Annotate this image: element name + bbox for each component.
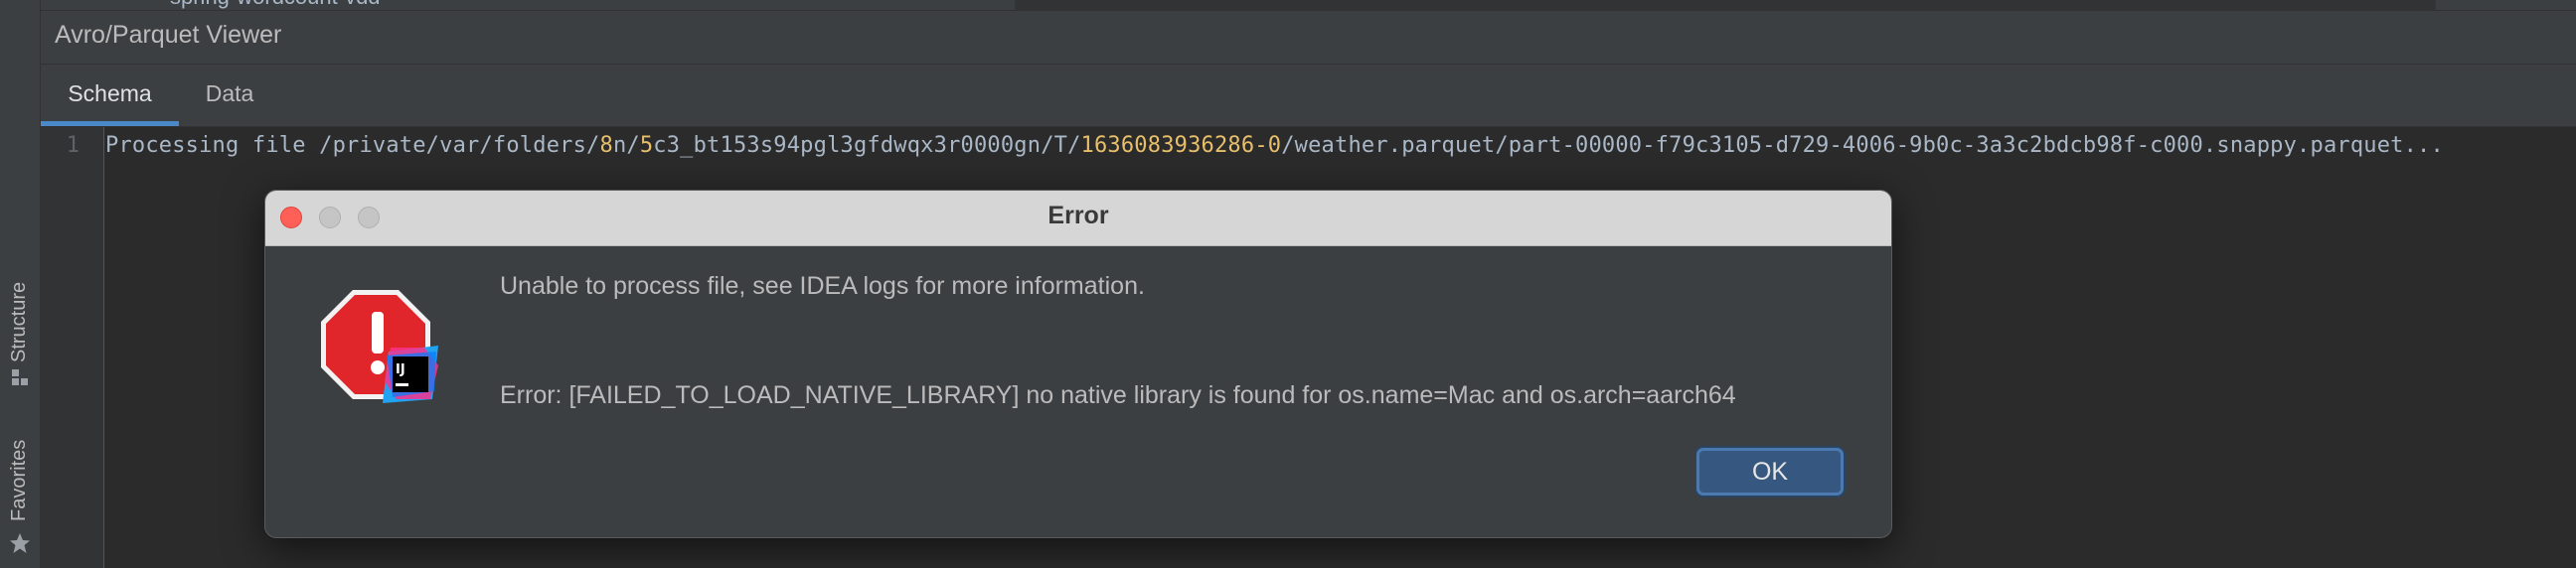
dialog-error-detail: Error: [FAILED_TO_LOAD_NATIVE_LIBRARY] n… [500,381,1736,409]
tab-data[interactable]: Data [179,65,280,126]
dialog-message: Unable to process file, see IDEA logs fo… [500,272,1145,300]
ok-button[interactable]: OK [1696,448,1844,496]
ide-window: spring-wordcount-vdd Structure Favorites… [0,0,2576,568]
intellij-badge-icon: IJ [383,346,438,403]
dialog-titlebar: Error [265,191,1891,246]
structure-icon [12,369,28,385]
code-text-segment: Processing file /private/var/folders/ [105,133,600,158]
error-stop-icon: IJ [321,290,438,403]
star-icon [10,533,30,553]
code-number-segment: 1636083936286-0 [1080,133,1282,158]
code-number-segment: 5 [639,133,654,158]
favorites-tool-button[interactable]: Favorites [0,427,40,568]
code-text-segment: n/ [612,133,640,158]
code-text-segment: /weather.parquet/part-00000-f79c3105-d72… [1281,133,2444,158]
tool-window-header: Avro/Parquet Viewer [41,11,2576,65]
badge-text: IJ [396,362,405,377]
code-line: Processing file /private/var/folders/8n/… [105,133,2444,158]
tool-window-title: Avro/Parquet Viewer [55,21,282,49]
line-gutter: 1 [41,127,104,568]
viewer-tabs: Schema Data [41,65,2576,127]
code-number-segment: 8 [599,133,613,158]
structure-tool-button[interactable]: Structure [0,253,40,392]
top-strip-dark-area [1015,0,2436,10]
error-dialog: Error IJ Unable to process file, see IDE… [264,190,1892,538]
left-tool-strip: Structure Favorites [0,0,41,568]
top-editor-strip: spring-wordcount-vdd [41,0,2576,11]
code-text-segment: c3_bt153s94pgl3gfdwqx3r0000gn/T/ [653,133,1081,158]
tab-schema[interactable]: Schema [41,65,179,126]
top-clipped-text: spring-wordcount-vdd [170,0,381,10]
structure-label: Structure [8,281,30,362]
dialog-title: Error [1047,202,1109,229]
favorites-label: Favorites [8,439,30,521]
line-number: 1 [66,133,80,158]
